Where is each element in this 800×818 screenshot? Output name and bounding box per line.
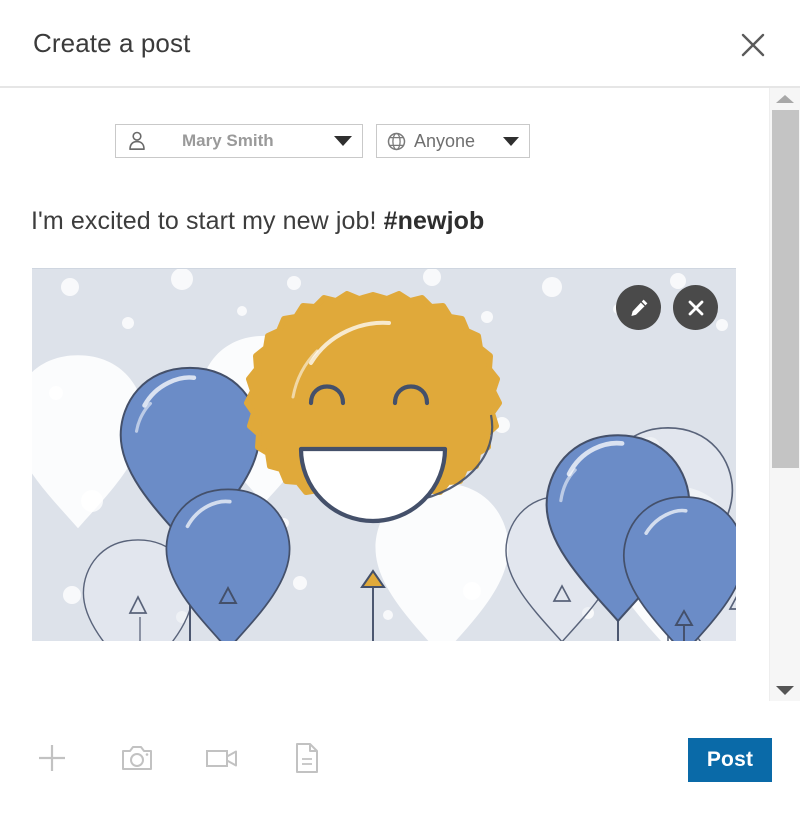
close-icon (738, 30, 768, 60)
create-post-dialog: Create a post Mary Smith Anyone I'm exci… (0, 0, 800, 818)
close-icon (686, 298, 706, 318)
document-button[interactable] (288, 741, 326, 779)
edit-image-button[interactable] (616, 285, 661, 330)
post-scroll-area: Mary Smith Anyone I'm excited to start m… (0, 88, 769, 701)
media-toolbar (33, 741, 326, 779)
photo-button[interactable] (118, 741, 156, 779)
author-selector[interactable]: Mary Smith (115, 124, 363, 158)
page-title: Create a post (33, 27, 191, 58)
video-camera-icon (205, 746, 239, 773)
chevron-down-icon (334, 136, 352, 146)
dialog-footer: Post (0, 701, 800, 818)
globe-icon (387, 132, 406, 151)
person-icon (128, 131, 146, 151)
audience-selector[interactable]: Anyone (376, 124, 530, 158)
pencil-icon (628, 297, 650, 319)
scrollbar-track[interactable] (770, 110, 800, 679)
dialog-header: Create a post (0, 0, 800, 88)
add-media-button[interactable] (33, 741, 71, 779)
dialog-body: Mary Smith Anyone I'm excited to start m… (0, 88, 800, 701)
remove-image-button[interactable] (673, 285, 718, 330)
audience-value: Anyone (414, 130, 476, 151)
video-button[interactable] (203, 741, 241, 779)
scroll-down-button[interactable] (770, 679, 800, 701)
vertical-scrollbar[interactable] (769, 88, 800, 701)
post-body-text: I'm excited to start my new job! (31, 207, 384, 235)
media-action-buttons (616, 285, 718, 330)
author-name: Mary Smith (182, 131, 274, 150)
chevron-down-icon (503, 136, 519, 146)
post-image[interactable] (32, 268, 736, 641)
camera-icon (121, 743, 153, 776)
post-button[interactable]: Post (688, 738, 772, 782)
composer-meta-row: Mary Smith Anyone (115, 124, 769, 158)
scrollbar-thumb[interactable] (772, 110, 799, 469)
plus-icon (35, 741, 69, 778)
post-text-editor[interactable]: I'm excited to start my new job! #newjob (31, 207, 769, 236)
post-hashtag: #newjob (383, 207, 485, 235)
triangle-down-icon (776, 685, 794, 695)
triangle-up-icon (776, 95, 794, 103)
scroll-up-button[interactable] (770, 88, 800, 110)
document-icon (294, 742, 320, 777)
close-button[interactable] (732, 24, 774, 66)
